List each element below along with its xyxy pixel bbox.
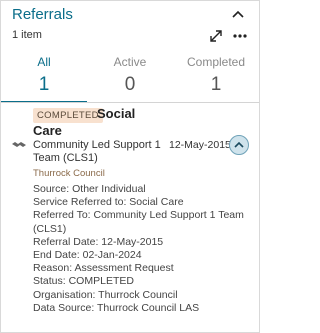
tab-label: Completed — [186, 55, 246, 69]
detail-row: Reason: Assessment Request — [33, 262, 174, 275]
handshake-icon — [12, 142, 26, 147]
collapse-panel-button[interactable] — [230, 8, 246, 22]
detail-row: Referred To: Community Led Support 1 Tea… — [33, 209, 244, 222]
referral-record: COMPLETED Social Care Community Led Supp… — [1, 103, 259, 333]
more-icon — [233, 34, 247, 38]
record-organisation: Thurrock Council — [33, 168, 105, 179]
tab-label: Active — [113, 55, 147, 69]
detail-row: Service Referred to: Social Care — [33, 196, 184, 209]
expand-icon — [210, 30, 222, 42]
tab-count: 1 — [38, 74, 50, 95]
record-title: Social — [97, 106, 136, 121]
detail-row: Data Source: Thurrock Council LAS — [33, 301, 200, 314]
item-count: 1 item — [12, 29, 42, 41]
expand-button[interactable] — [209, 29, 223, 43]
tab-count: 1 — [210, 74, 222, 95]
collapse-record-button[interactable] — [229, 135, 249, 155]
record-details: Source: Other Individual Service Referre… — [33, 183, 255, 315]
detail-row: End Date: 02-Jan-2024 — [33, 249, 142, 262]
tab-completed[interactable]: Completed 1 — [173, 51, 259, 103]
filter-tabs: All 1 Active 0 Completed 1 — [1, 51, 259, 103]
more-options-button[interactable] — [231, 29, 249, 43]
panel-header: Referrals 1 item — [1, 1, 259, 51]
tab-label: All — [37, 55, 51, 69]
record-date: 12-May-2015 — [169, 139, 231, 151]
detail-row: Status: COMPLETED — [33, 275, 134, 288]
tab-count: 0 — [124, 74, 136, 95]
detail-row: (CLS1) — [33, 222, 67, 235]
chevron-up-icon — [232, 10, 244, 18]
detail-row: Organisation: Thurrock Council — [33, 288, 178, 301]
referrals-panel: Referrals 1 item All 1 Active 0 Complete… — [0, 0, 260, 333]
detail-row: Referral Date: 12-May-2015 — [33, 235, 164, 248]
detail-row: Source: Other Individual — [33, 183, 146, 195]
status-badge: COMPLETED — [33, 108, 103, 123]
chevron-up-icon — [234, 141, 244, 148]
record-title-continued: Care — [33, 123, 62, 138]
referred-team: Community Led Support 1 Team (CLS1) — [33, 139, 161, 164]
tab-all[interactable]: All 1 — [1, 51, 87, 103]
panel-title: Referrals — [12, 6, 73, 23]
tab-active[interactable]: Active 0 — [87, 51, 173, 103]
